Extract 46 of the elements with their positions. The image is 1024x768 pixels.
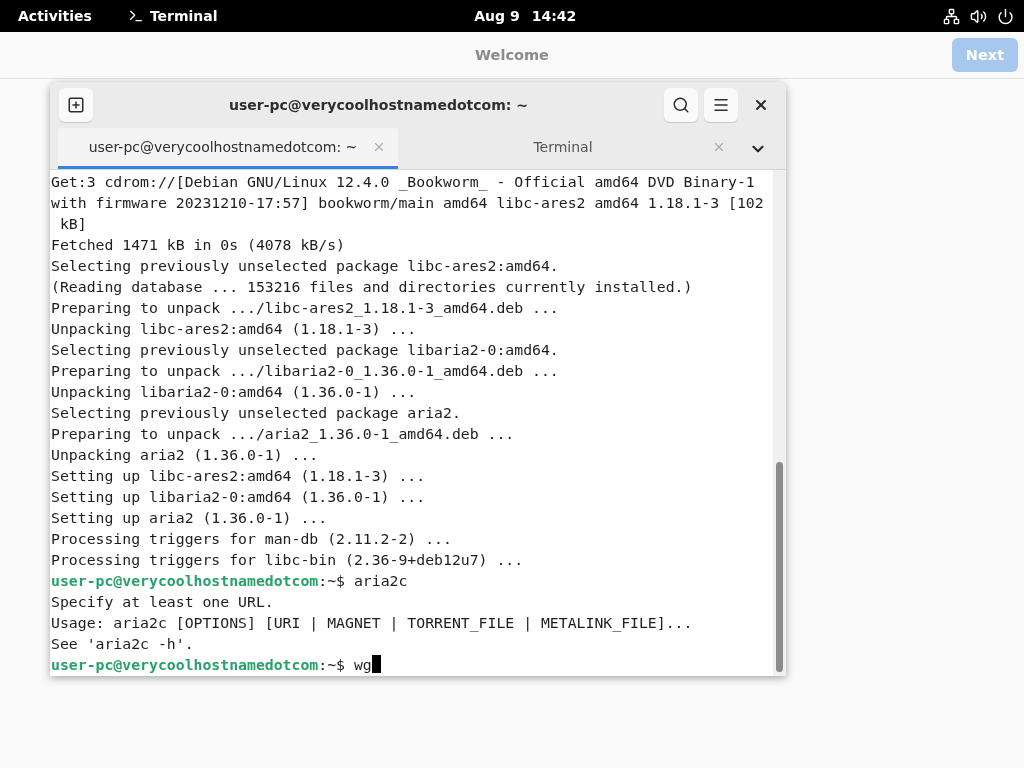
network-icon[interactable]: [943, 7, 960, 25]
output-line: Setting up libaria2-0:amd64 (1.36.0-1) ...: [51, 487, 427, 507]
header-title: Welcome: [475, 47, 549, 63]
output-line: Selecting previously unselected package libc-ares2:amd64.: [51, 256, 560, 276]
power-icon[interactable]: [997, 7, 1014, 25]
close-icon: [753, 97, 769, 113]
output-line: Specify at least one URL.: [51, 592, 275, 612]
search-button[interactable]: [664, 88, 698, 122]
date[interactable]: Aug 9: [474, 8, 520, 24]
output-line: Unpacking libaria2-0:amd64 (1.36.0-1) ...: [51, 382, 418, 402]
terminal-tab[interactable]: Terminal: [398, 128, 738, 169]
output-line: Preparing to unpack .../libaria2-0_1.36.0-1_amd64.deb ...: [51, 361, 560, 381]
prompt-command: :~$ wg: [318, 656, 372, 673]
terminal-tab[interactable]: user-pc@verycoolhostnamedotcom: ~: [58, 128, 398, 169]
output-line: Preparing to unpack .../libc-ares2_1.18.1-3_amd64.deb ...: [51, 298, 560, 318]
output-line: Unpacking aria2 (1.36.0-1) ...: [51, 445, 320, 465]
scrollbar-thumb[interactable]: [776, 462, 783, 672]
activities-button[interactable]: Activities: [18, 8, 92, 24]
output-line: Setting up aria2 (1.36.0-1) ...: [51, 508, 329, 528]
output-line: Setting up libc-ares2:amd64 (1.18.1-3) ...: [51, 466, 427, 486]
output-line: Selecting previously unselected package libaria2-0:amd64.: [51, 340, 560, 360]
output-line: Selecting previously unselected package aria2.: [51, 403, 462, 423]
output-line: (Reading database ... 153216 files and directories currently installed.): [51, 277, 694, 297]
plus-icon: [67, 96, 85, 114]
volume-icon[interactable]: [970, 7, 987, 25]
terminal-icon: [127, 8, 144, 24]
menu-icon: [712, 96, 730, 114]
app-menu[interactable]: Terminal: [149, 8, 218, 24]
menu-button[interactable]: [704, 88, 738, 122]
output-line: Processing triggers for man-db (2.11.2-2) ...: [51, 529, 453, 549]
output-line: kB]: [58, 214, 88, 234]
output-line: Preparing to unpack .../aria2_1.36.0-1_amd64.deb ...: [51, 424, 516, 444]
search-icon: [672, 96, 690, 114]
output-line: Fetched 1471 kB in 0s (4078 kB/s): [51, 235, 346, 255]
output-line: See 'aria2c -h'.: [51, 634, 195, 654]
prompt-command: :~$ aria2c: [318, 572, 408, 589]
window-title: user-pc@verycoolhostnamedotcom: ~: [228, 97, 529, 113]
prompt-user: user-pc@verycoolhostnamedotcom: [51, 572, 319, 589]
output-line: Processing triggers for libc-bin (2.36-9+deb12u7) ...: [51, 550, 525, 570]
clock[interactable]: 14:42: [531, 8, 577, 24]
output-line: Get:3 cdrom://[Debian GNU/Linux 12.4.0 _Bookworm_ - Official amd64 DVD Binary-1: [51, 172, 756, 192]
prompt-user: user-pc@verycoolhostnamedotcom: [51, 656, 319, 673]
new-tab-button[interactable]: [59, 88, 93, 122]
output-line: with firmware 20231210-17:57] bookworm/main amd64 libc-ares2 amd64 1.18.1-3 [102: [51, 193, 765, 213]
output-line: Usage: aria2c [OPTIONS] [URI | MAGNET | TORRENT_FILE | METALINK_FILE]...: [51, 613, 694, 633]
output-line: Unpacking libc-ares2:amd64 (1.18.1-3) ...: [51, 319, 418, 339]
